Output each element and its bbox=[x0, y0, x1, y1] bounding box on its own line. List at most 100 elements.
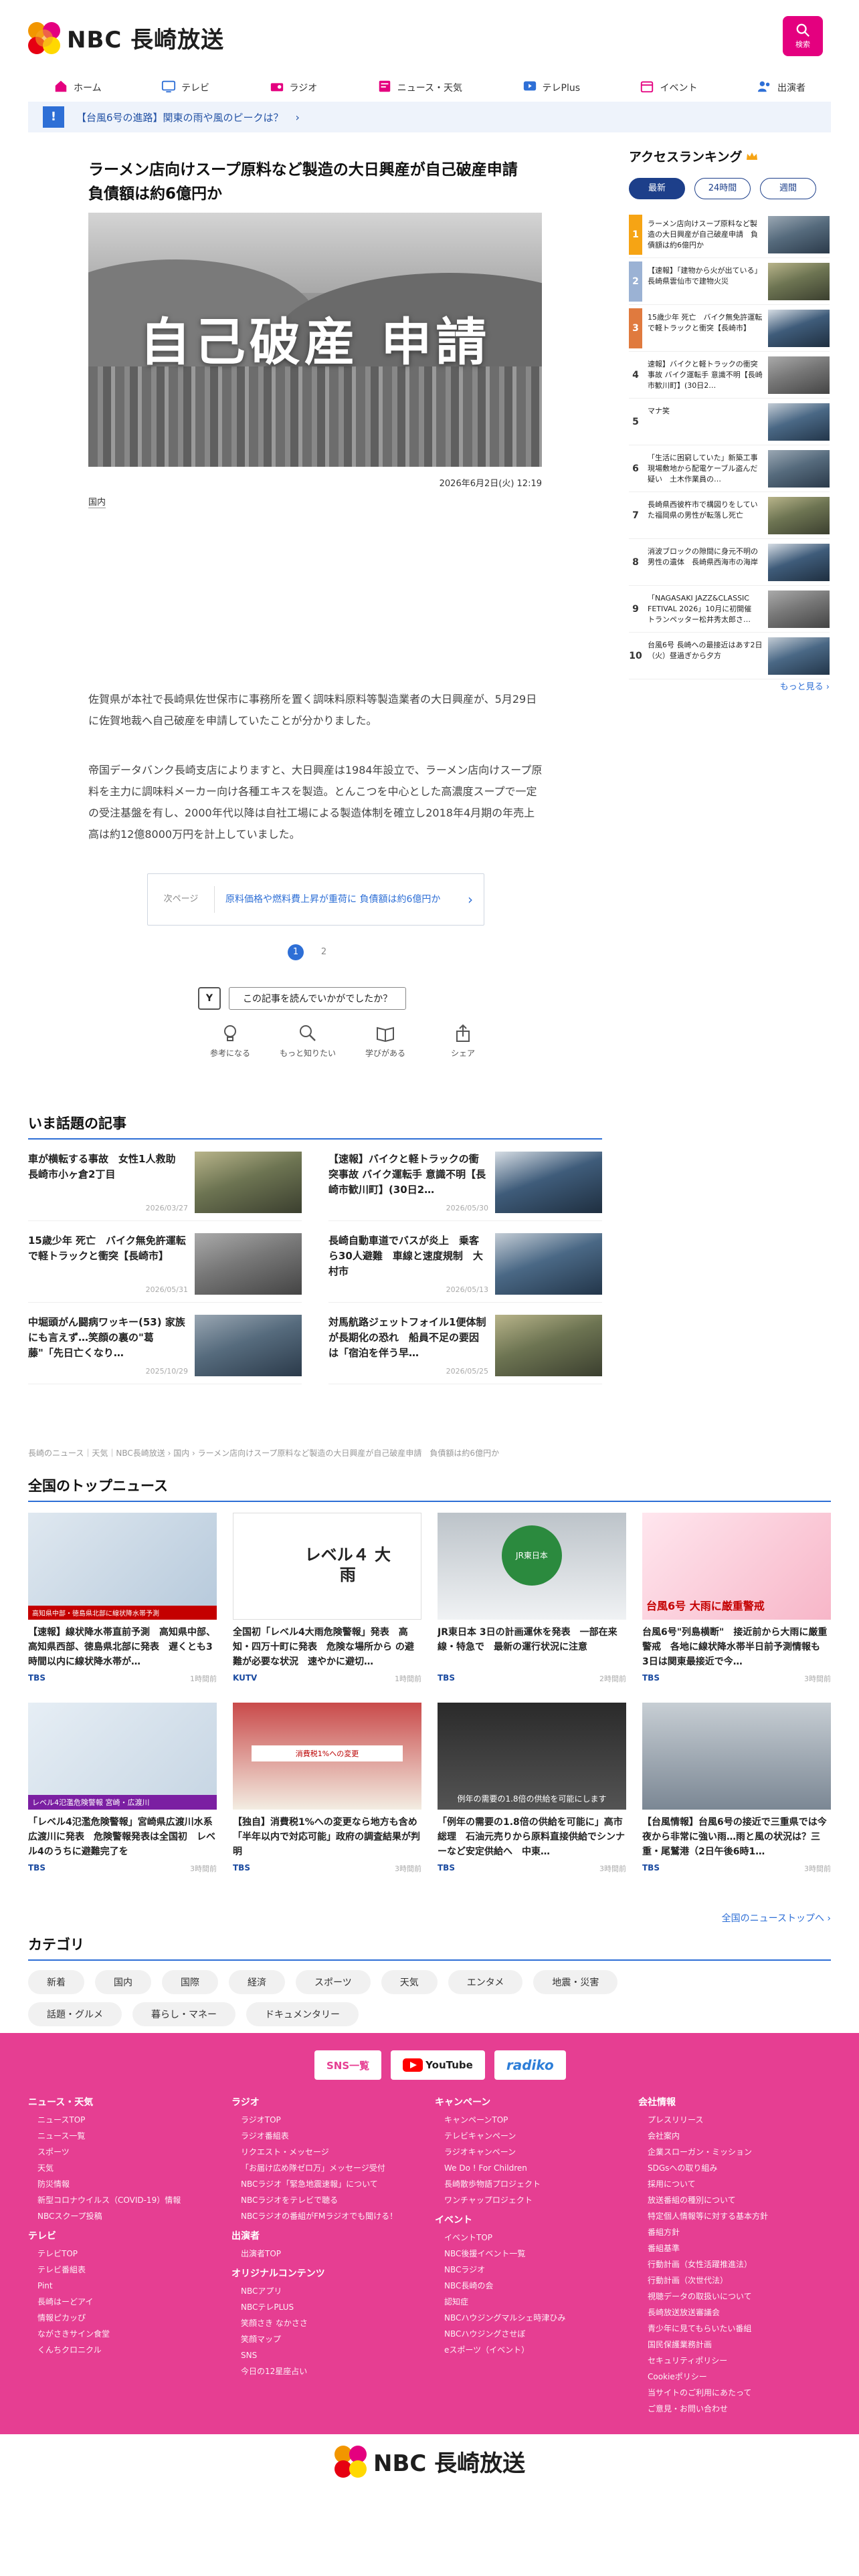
footer-link[interactable]: 新型コロナウイルス（COVID-19）情報 bbox=[28, 2192, 181, 2208]
top-news-item[interactable]: 台風6号 大雨に厳重警戒 台風6号"列島横断" 接近前から大雨に厳重警戒 各地に線… bbox=[642, 1513, 831, 1684]
footer-link[interactable]: 出演者TOP bbox=[231, 2246, 397, 2262]
footer-link[interactable]: NBCラジオをテレビで聴る bbox=[231, 2192, 397, 2208]
hot-article-item[interactable]: 【速報】バイクと軽トラックの衝突事故 バイク運転手 意識不明【長崎市歓川町】(3… bbox=[328, 1152, 602, 1221]
ranking-item[interactable]: 8 消波ブロックの隙間に身元不明の男性の遺体 長崎県西海市の海岸 bbox=[629, 539, 830, 586]
site-logo[interactable]: NBC 長崎放送 bbox=[28, 21, 224, 54]
footer-link[interactable]: 国民保護業務計画 bbox=[638, 2337, 768, 2353]
footer-link[interactable]: 長崎散歩物語プロジェクト bbox=[435, 2176, 565, 2192]
footer-link[interactable]: NBCハウジングさせぼ bbox=[435, 2326, 565, 2342]
next-page-link[interactable]: 次ページ 原料価格や燃料費上昇が重荷に 負債額は約6億円か › bbox=[147, 873, 484, 926]
footer-link[interactable]: ながさきサイン食堂 bbox=[28, 2326, 181, 2342]
footer-link[interactable]: NBCハウジングマルシェ時津ひみ bbox=[435, 2310, 565, 2326]
category-chip[interactable]: 国際 bbox=[162, 1970, 218, 1994]
ticker-text[interactable]: 【台風6号の進路】関東の雨や風のピークは？ bbox=[76, 110, 284, 124]
ranking-tab-weekly[interactable]: 週間 bbox=[760, 178, 816, 199]
footer-link[interactable]: 長崎放送放送審議会 bbox=[638, 2304, 768, 2321]
ranking-item[interactable]: 7 長崎県西彼杵市で構図りをしていた福岡県の男性が転落し死亡 bbox=[629, 492, 830, 539]
footer-link[interactable]: スポーツ bbox=[28, 2144, 181, 2160]
footer-link[interactable]: 「お届け広め隊ゼロ万」メッセージ受付 bbox=[231, 2160, 397, 2176]
footer-link[interactable]: NBCテレPLUS bbox=[231, 2299, 397, 2315]
search-button[interactable]: 検索 bbox=[783, 16, 823, 56]
nav-item-tv[interactable]: テレビ bbox=[161, 79, 209, 96]
footer-link[interactable]: 情報ピカッぴ bbox=[28, 2310, 181, 2326]
footer-link[interactable]: 笑顔さき なかささ bbox=[231, 2315, 397, 2331]
ranking-item[interactable]: 5 マナ笑 bbox=[629, 399, 830, 445]
footer-link[interactable]: NBC後援イベント一覧 bbox=[435, 2246, 565, 2262]
ranking-tab-latest[interactable]: 最新 bbox=[629, 178, 685, 199]
category-chip[interactable]: 地震・災害 bbox=[533, 1970, 618, 1994]
top-news-more-link[interactable]: 全国のニューストップへ › bbox=[722, 1911, 831, 1925]
footer-link[interactable]: 笑顔マップ bbox=[231, 2331, 397, 2347]
category-chip[interactable]: 話題・グルメ bbox=[28, 2002, 122, 2026]
hot-article-item[interactable]: 15歳少年 死亡 バイク無免許運転で軽トラックと衝突【長崎市】 2026/05/3… bbox=[28, 1233, 302, 1303]
radiko-button[interactable]: radiko bbox=[494, 2050, 566, 2080]
footer-link[interactable]: 天気 bbox=[28, 2160, 181, 2176]
sns-list-button[interactable]: SNS一覧 bbox=[314, 2050, 382, 2080]
footer-link[interactable]: ワンチャップロジェクト bbox=[435, 2192, 565, 2208]
hot-article-item[interactable]: 中堀頭がん闘病ワッキー(53) 家族にも言えず…笑顔の裏の"葛藤"「先日亡くなり… bbox=[28, 1315, 302, 1384]
nav-item-people[interactable]: 出演者 bbox=[757, 79, 805, 96]
nav-item-news[interactable]: ニュース・天気 bbox=[377, 79, 462, 96]
news-ticker[interactable]: ! 【台風6号の進路】関東の雨や風のピークは？ › bbox=[28, 102, 831, 132]
hot-article-item[interactable]: 車が横転する事故 女性1人救助 長崎市小ヶ倉2丁目 2026/03/27 bbox=[28, 1152, 302, 1221]
share-button[interactable]: シェア bbox=[431, 1023, 495, 1059]
top-news-item[interactable]: 消費税1%への変更 【独自】消費税1%への変更なら地方も含め「半年以内で対応可能」… bbox=[233, 1703, 421, 1874]
footer-link[interactable]: リクエスト・メッセージ bbox=[231, 2144, 397, 2160]
category-chip[interactable]: 経済 bbox=[229, 1970, 285, 1994]
footer-link[interactable]: SDGsへの取り組み bbox=[638, 2160, 768, 2176]
footer-link[interactable]: NBC長崎の会 bbox=[435, 2278, 565, 2294]
footer-link[interactable]: NBCアプリ bbox=[231, 2283, 397, 2299]
footer-link[interactable]: ラジオTOP bbox=[231, 2112, 397, 2128]
category-chip[interactable]: ドキュメンタリー bbox=[246, 2002, 359, 2026]
footer-link[interactable]: 防災情報 bbox=[28, 2176, 181, 2192]
footer-link[interactable]: 番組基準 bbox=[638, 2240, 768, 2256]
ranking-item[interactable]: 10 台風6号 長崎への最接近はあす2日（火）昼過ぎから夕方 bbox=[629, 633, 830, 679]
top-news-item[interactable]: レベル4氾濫危険警報 宮崎・広渡川 「レベル4氾濫危険警報」宮崎県広渡川水系広渡川… bbox=[28, 1703, 217, 1874]
footer-link[interactable]: くんちクロニクル bbox=[28, 2342, 181, 2358]
footer-link[interactable]: 視聴データの取扱いについて bbox=[638, 2288, 768, 2304]
footer-link[interactable]: ご意見・お問い合わせ bbox=[638, 2401, 768, 2417]
category-chip[interactable]: 天気 bbox=[381, 1970, 438, 1994]
footer-link[interactable]: 放送番組の種別について bbox=[638, 2192, 768, 2208]
footer-link[interactable]: NBCラジオの番組がFMラジオでも聞ける！ bbox=[231, 2208, 397, 2224]
footer-link[interactable]: 青少年に見てもらいたい番組 bbox=[638, 2321, 768, 2337]
footer-link[interactable]: 企業スローガン・ミッション bbox=[638, 2144, 768, 2160]
footer-link[interactable]: 会社案内 bbox=[638, 2128, 768, 2144]
hot-article-item[interactable]: 対馬航路ジェットフォイル1便体制が長期化の恐れ 船員不足の要因は「宿泊を伴う早…… bbox=[328, 1315, 602, 1384]
footer-link[interactable]: ニュースTOP bbox=[28, 2112, 181, 2128]
nav-item-radio[interactable]: ラジオ bbox=[270, 79, 317, 96]
nav-item-teleplus[interactable]: テレPlus bbox=[522, 79, 580, 96]
top-news-item[interactable]: JR東日本 JR東日本 3日の計画運休を発表 一部在来線・特急で 最新の運行状況に… bbox=[438, 1513, 626, 1684]
ranking-more-link[interactable]: もっと見る › bbox=[780, 679, 830, 692]
category-chip[interactable]: 暮らし・マネー bbox=[132, 2002, 235, 2026]
footer-link[interactable]: 番組方針 bbox=[638, 2224, 768, 2240]
reaction-more-button[interactable]: もっと知りたい bbox=[276, 1023, 340, 1059]
footer-link[interactable]: We Do ! For Children bbox=[435, 2160, 565, 2176]
top-news-item[interactable]: 【台風情報】台風6号の接近で三重県では今夜から非常に強い雨…雨と風の状況は？三重… bbox=[642, 1703, 831, 1874]
footer-link[interactable]: プレスリリース bbox=[638, 2112, 768, 2128]
footer-link[interactable]: 採用について bbox=[638, 2176, 768, 2192]
ranking-item[interactable]: 1 ラーメン店向けスープ原料など製造の大日興産が自己破産申請 負債額は約6億円か bbox=[629, 211, 830, 258]
category-chip[interactable]: 新着 bbox=[28, 1970, 84, 1994]
page-2-button[interactable]: 2 bbox=[316, 944, 332, 960]
footer-link[interactable]: 行動計画（次世代法） bbox=[638, 2272, 768, 2288]
footer-link[interactable]: SNS bbox=[231, 2347, 397, 2363]
top-news-item[interactable]: 例年の需要の1.8倍の供給を可能にします 「例年の需要の1.8倍の供給を可能に」高… bbox=[438, 1703, 626, 1874]
footer-link[interactable]: NBCスクープ投稿 bbox=[28, 2208, 181, 2224]
footer-link[interactable]: 行動計画（女性活躍推進法） bbox=[638, 2256, 768, 2272]
footer-link[interactable]: Pint bbox=[28, 2278, 181, 2294]
top-news-item[interactable]: 高知県中部・徳島県北部に線状降水帯予測 【速報】線状降水帯直前予測 高知県中部、高… bbox=[28, 1513, 217, 1684]
reaction-useful-button[interactable]: 参考になる bbox=[198, 1023, 262, 1059]
nav-item-calendar[interactable]: イベント bbox=[640, 79, 697, 96]
nav-item-home[interactable]: ホーム bbox=[54, 79, 102, 96]
footer-link[interactable]: ニュース一覧 bbox=[28, 2128, 181, 2144]
footer-link[interactable]: NBCラジオ bbox=[435, 2262, 565, 2278]
breadcrumb[interactable]: 長崎のニュース｜天気｜NBC長崎放送 › 国内 › ラーメン店向けスープ原料など… bbox=[28, 1447, 499, 1459]
youtube-button[interactable]: YouTube bbox=[391, 2050, 485, 2080]
footer-link[interactable]: 長崎はーどアイ bbox=[28, 2294, 181, 2310]
top-news-item[interactable]: レベル４ 大雨 全国初「レベル4大雨危険警報」発表 高知・四万十町に発表 危険な場… bbox=[233, 1513, 421, 1684]
footer-link[interactable]: 特定個人情報等に対する基本方針 bbox=[638, 2208, 768, 2224]
category-chip[interactable]: スポーツ bbox=[296, 1970, 371, 1994]
reaction-learn-button[interactable]: 学びがある bbox=[353, 1023, 417, 1059]
footer-link[interactable]: ラジオ番組表 bbox=[231, 2128, 397, 2144]
